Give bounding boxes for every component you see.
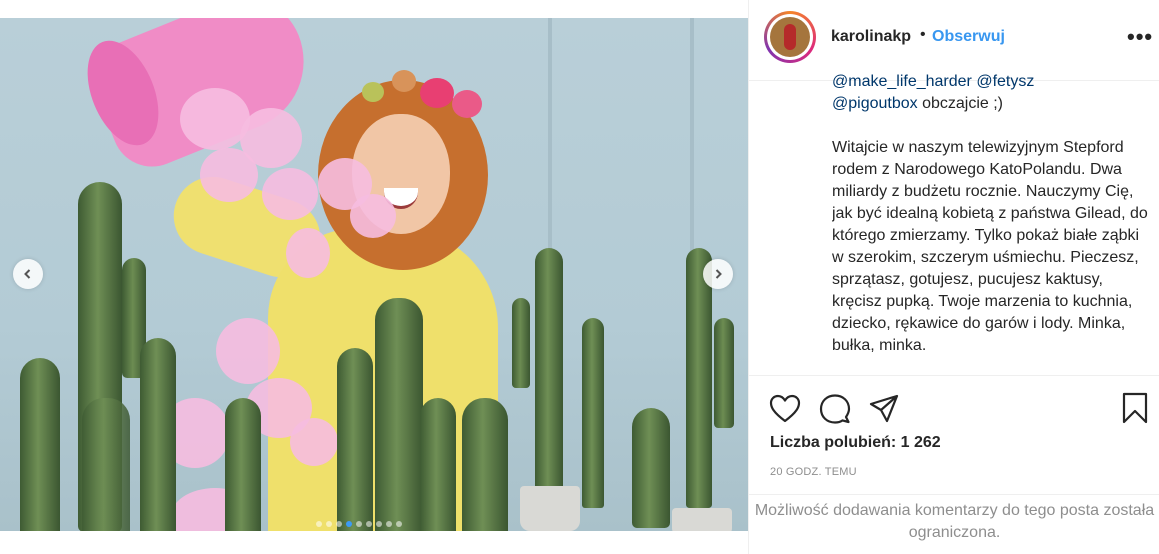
- carousel-dots: [316, 521, 402, 527]
- cactus: [337, 348, 373, 531]
- post-header: karolinakp • Obserwuj •••: [749, 0, 1159, 81]
- caption-text: obczajcie ;): [917, 95, 1004, 112]
- pink-puff: [200, 148, 258, 202]
- cactus: [375, 298, 423, 531]
- paper-plane-icon[interactable]: [869, 394, 899, 424]
- top-strip: [0, 0, 748, 18]
- caption-gap: [832, 115, 1150, 137]
- cactus: [535, 248, 563, 508]
- cactus: [225, 398, 261, 531]
- carousel-dot: [386, 521, 392, 527]
- heart-icon[interactable]: [769, 394, 801, 424]
- avatar-image: [770, 17, 810, 57]
- plant-pot: [520, 486, 580, 531]
- caption-mentions-line: @make_life_harder @fetysz: [832, 71, 1150, 93]
- separator-dot: •: [920, 26, 926, 43]
- cactus: [20, 358, 60, 531]
- carousel-dot: [336, 521, 342, 527]
- flower: [392, 70, 416, 92]
- username-link[interactable]: karolinakp: [831, 28, 911, 46]
- post-timestamp[interactable]: 20 GODZ. TEMU: [770, 466, 857, 478]
- carousel-dot: [396, 521, 402, 527]
- comments-disabled-notice: Możliwość dodawania komentarzy do tego p…: [754, 502, 1155, 541]
- flower: [362, 82, 384, 102]
- carousel-dot: [316, 521, 322, 527]
- prev-button[interactable]: [13, 259, 43, 289]
- action-bar: Liczba polubień: 1 262 20 GODZ. TEMU: [749, 375, 1159, 495]
- carousel-dot: [366, 521, 372, 527]
- next-button[interactable]: [703, 259, 733, 289]
- comment-icon[interactable]: [819, 393, 851, 425]
- cactus: [512, 298, 530, 388]
- cactus: [714, 318, 734, 428]
- cactus: [632, 408, 670, 528]
- caption-line: @pigoutbox obczajcie ;): [832, 93, 1150, 115]
- avatar-frame: [767, 14, 813, 60]
- cactus: [82, 398, 130, 531]
- plant-pot: [672, 508, 732, 531]
- carousel-dot: [376, 521, 382, 527]
- chevron-left-icon: [24, 269, 31, 279]
- cactus: [140, 338, 176, 531]
- pink-puff: [350, 194, 396, 238]
- chevron-right-icon: [715, 269, 722, 279]
- pink-puff: [290, 418, 338, 466]
- post-side-panel: karolinakp • Obserwuj ••• @make_life_har…: [748, 0, 1159, 554]
- more-options-icon[interactable]: •••: [1127, 24, 1153, 50]
- carousel-dot: [346, 521, 352, 527]
- pink-puff: [262, 168, 318, 220]
- bookmark-icon[interactable]: [1122, 392, 1148, 424]
- follow-button[interactable]: Obserwuj: [932, 28, 1005, 46]
- carousel-dot: [326, 521, 332, 527]
- cactus: [420, 398, 456, 531]
- cactus: [686, 248, 712, 508]
- caption-paragraph: Witajcie w naszym telewizyjnym Stepford …: [832, 139, 1148, 354]
- pink-puff: [286, 228, 330, 278]
- avatar[interactable]: [764, 11, 816, 63]
- mention-link[interactable]: @make_life_harder: [832, 73, 972, 90]
- carousel-dot: [356, 521, 362, 527]
- cactus: [462, 398, 508, 531]
- cactus: [582, 318, 604, 508]
- post-media[interactable]: [0, 18, 748, 531]
- flower: [420, 78, 454, 108]
- mention-link[interactable]: @pigoutbox: [832, 95, 918, 112]
- likes-count[interactable]: Liczba polubień: 1 262: [770, 434, 941, 452]
- pink-puff: [216, 318, 280, 384]
- flower: [452, 90, 482, 118]
- caption: @make_life_harder @fetysz @pigoutbox obc…: [832, 71, 1150, 371]
- mention-link[interactable]: @fetysz: [976, 73, 1034, 90]
